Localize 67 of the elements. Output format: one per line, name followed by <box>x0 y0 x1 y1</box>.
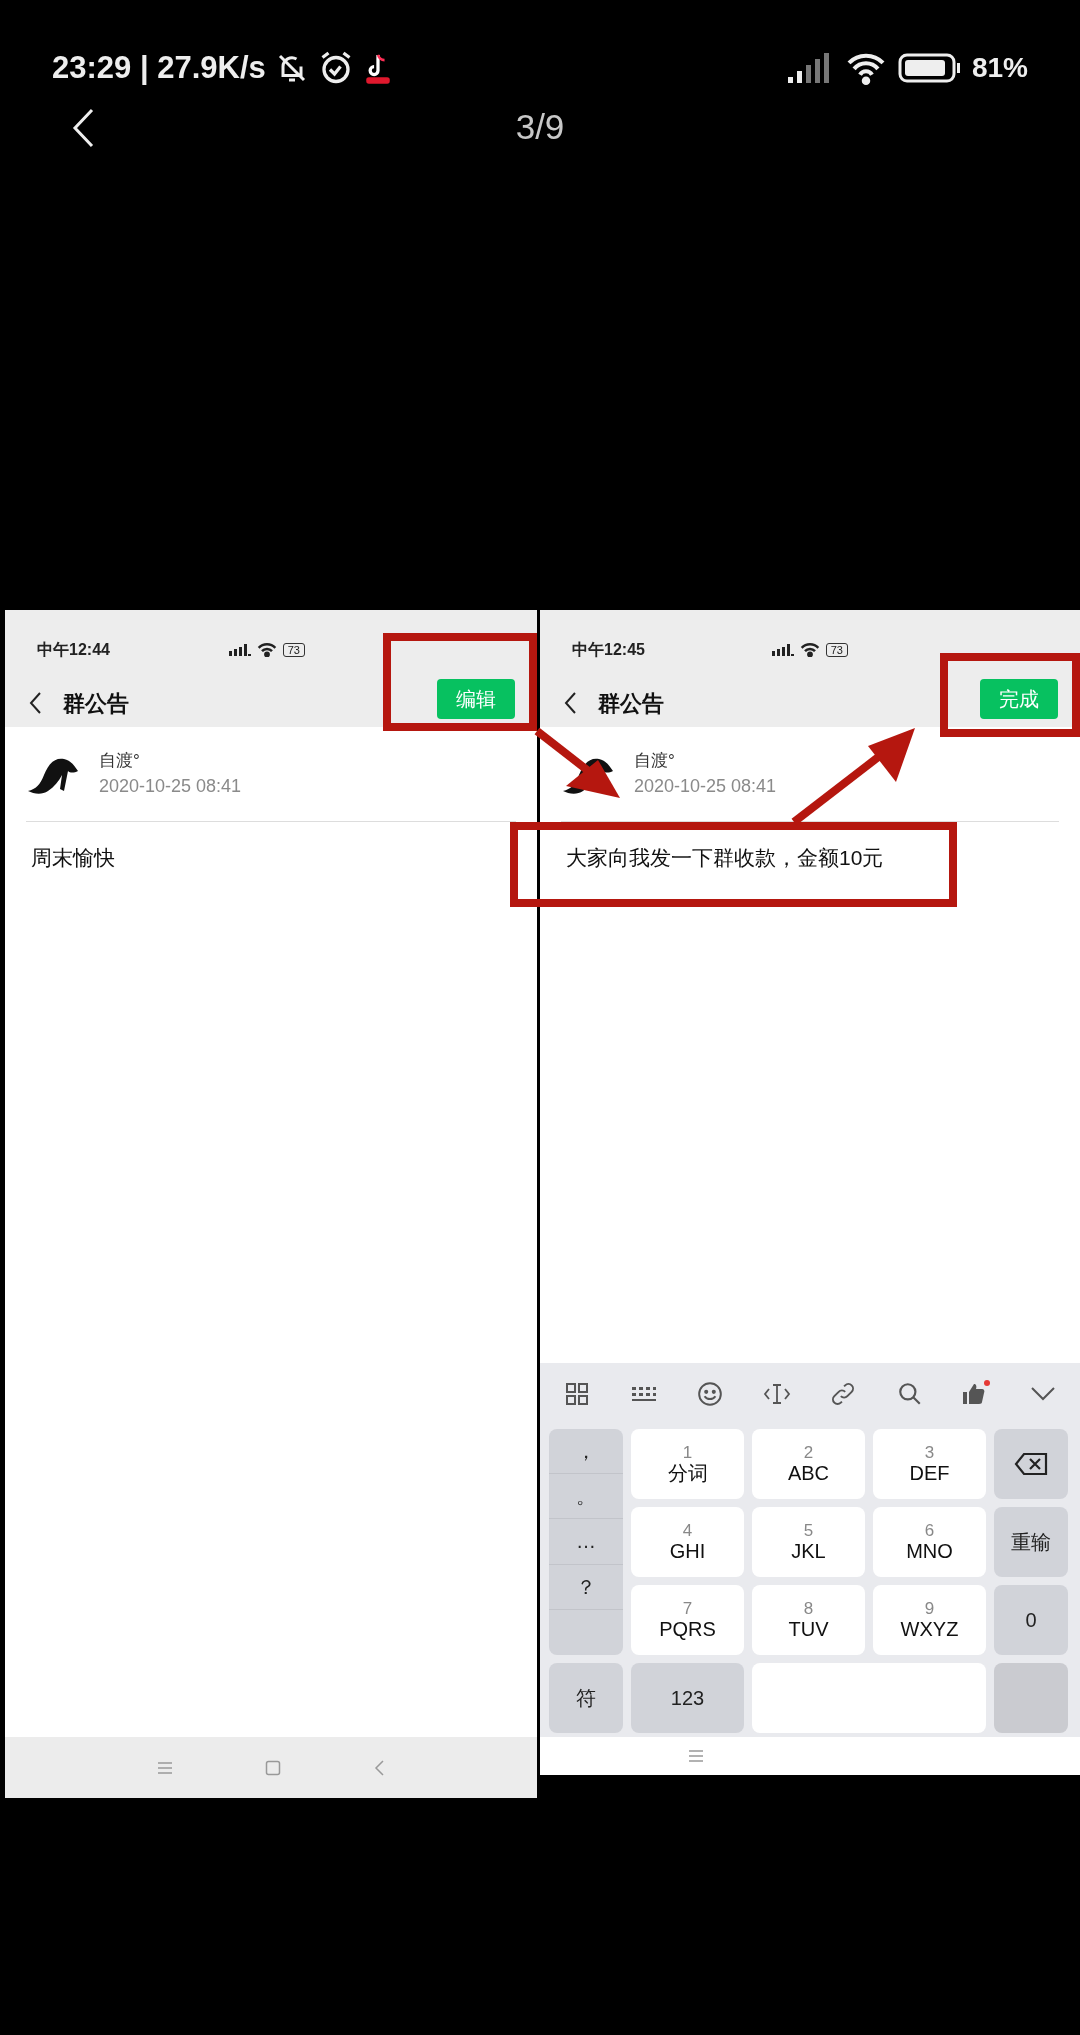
key-letters: DEF <box>909 1462 950 1485</box>
signal-icon <box>771 642 794 657</box>
keyboard-icon <box>630 1384 657 1404</box>
punctuation-key[interactable]: ？ <box>549 1564 623 1610</box>
status-text: 23:29 | 27.9K/s <box>52 48 266 87</box>
link-icon <box>830 1381 857 1407</box>
key-digit: 6 <box>924 1521 935 1541</box>
key-digit: 9 <box>924 1599 935 1619</box>
post-date: 2020-10-25 08:41 <box>99 775 242 799</box>
battery-level: 73 <box>282 642 305 657</box>
smiley-icon <box>697 1381 724 1407</box>
key-digit: 8 <box>803 1599 814 1619</box>
key-letters: ABC <box>787 1462 830 1485</box>
function-key[interactable]: 123 <box>631 1663 744 1733</box>
key-digit: 3 <box>924 1443 935 1463</box>
chevron-down-icon <box>1029 1386 1056 1402</box>
battery-level: 73 <box>825 642 848 657</box>
letter-key[interactable]: 9 WXYZ <box>873 1585 986 1655</box>
backspace-icon <box>1014 1452 1048 1476</box>
wifi-icon <box>799 642 820 657</box>
letter-key[interactable]: 8 TUV <box>752 1585 865 1655</box>
punctuation-key[interactable]: ， <box>549 1429 623 1475</box>
page-title: 群公告 <box>598 689 664 718</box>
key-digit: 1 <box>682 1443 693 1463</box>
post-date: 2020-10-25 08:41 <box>634 775 777 799</box>
author-name: 自渡° <box>99 749 141 772</box>
key-letters: WXYZ <box>900 1618 959 1641</box>
letter-key[interactable]: 3 DEF <box>873 1429 986 1499</box>
letter-key[interactable]: 2 ABC <box>752 1429 865 1499</box>
function-key[interactable]: 0 <box>994 1585 1068 1655</box>
grid-icon <box>565 1382 590 1406</box>
back-icon <box>29 692 41 714</box>
battery-icon <box>897 52 962 84</box>
key-digit: 4 <box>682 1521 693 1541</box>
back-icon <box>564 692 576 714</box>
announcement-text: 周末愉快 <box>31 845 116 871</box>
function-key[interactable]: 重输 <box>994 1507 1068 1577</box>
battery-percentage: 81% <box>971 51 1028 85</box>
letter-key[interactable]: 5 JKL <box>752 1507 865 1577</box>
status-time: 中午12:44 <box>37 639 110 660</box>
letter-key[interactable]: 1 分词 <box>631 1429 744 1499</box>
punctuation-key[interactable]: 。 <box>549 1474 623 1520</box>
letter-key[interactable]: 4 GHI <box>631 1507 744 1577</box>
letter-key[interactable]: 6 MNO <box>873 1507 986 1577</box>
letter-key[interactable]: 7 PQRS <box>631 1585 744 1655</box>
cursor-icon <box>762 1382 791 1406</box>
page-title: 群公告 <box>63 689 129 718</box>
punctuation-key[interactable]: … <box>549 1519 623 1565</box>
search-icon <box>896 1381 923 1407</box>
key-digit: 7 <box>682 1599 693 1619</box>
back-icon <box>72 108 94 148</box>
page-counter: 3/9 <box>515 105 565 148</box>
author-name: 自渡° <box>634 749 676 772</box>
wifi-icon <box>256 642 277 657</box>
key-letters: 分词 <box>667 1462 708 1485</box>
signal-icon <box>228 642 251 657</box>
key-digit: 5 <box>803 1521 814 1541</box>
key-letters: GHI <box>669 1540 706 1563</box>
function-key[interactable]: 符 <box>549 1663 623 1733</box>
key-letters: JKL <box>791 1540 826 1563</box>
key-letters: TUV <box>788 1618 829 1641</box>
announcement-text: 大家向我发一下群收款，金额10元 <box>566 845 885 871</box>
backspace-key[interactable] <box>994 1429 1068 1499</box>
key-letters: MNO <box>906 1540 953 1563</box>
key-letters: PQRS <box>659 1618 716 1641</box>
status-time: 中午12:45 <box>572 639 645 660</box>
key-digit: 2 <box>803 1443 814 1463</box>
